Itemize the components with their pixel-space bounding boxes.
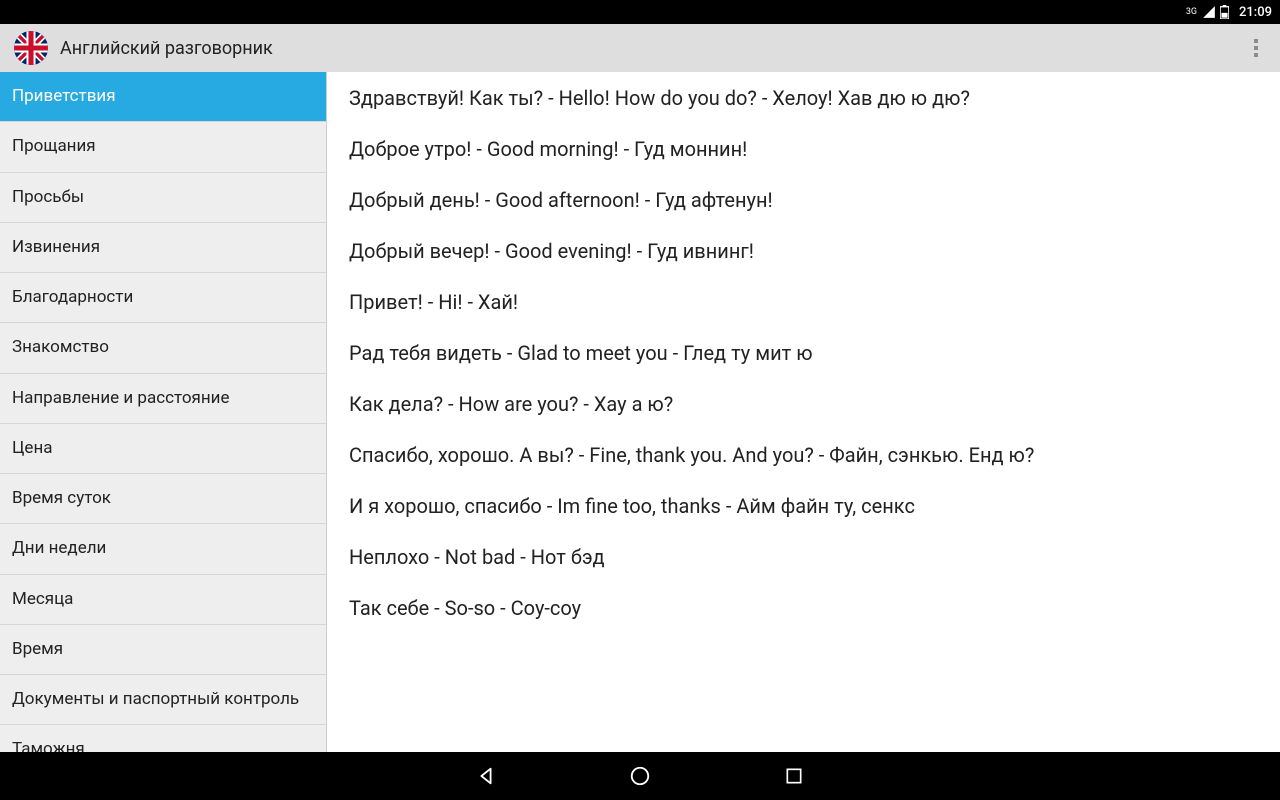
android-status-bar: 3G 21:09 — [0, 0, 1280, 24]
phrase-item[interactable]: Так себе - So-so - Соу-соу — [349, 596, 1270, 621]
phrase-item[interactable]: Добрый день! - Good afternoon! - Гуд афт… — [349, 188, 1270, 213]
sidebar-item[interactable]: Цена — [0, 424, 326, 474]
overflow-menu-button[interactable] — [1242, 33, 1270, 63]
sidebar-item[interactable]: Время суток — [0, 474, 326, 524]
sidebar-item[interactable]: Знакомство — [0, 323, 326, 373]
phrase-item[interactable]: Доброе утро! - Good morning! - Гуд монни… — [349, 137, 1270, 162]
back-button[interactable] — [474, 764, 498, 788]
battery-icon — [1220, 5, 1229, 19]
clock: 21:09 — [1239, 5, 1272, 20]
content-area: ПриветствияПрощанияПросьбыИзвиненияБлаго… — [0, 72, 1280, 752]
recent-apps-button[interactable] — [782, 764, 806, 788]
sidebar-item[interactable]: Таможня — [0, 725, 326, 752]
sidebar-item[interactable]: Дни недели — [0, 524, 326, 574]
home-button[interactable] — [628, 764, 652, 788]
phrase-item[interactable]: Спасибо, хорошо. А вы? - Fine, thank you… — [349, 443, 1270, 468]
sidebar-item[interactable]: Благодарности — [0, 273, 326, 323]
sidebar-item[interactable]: Направление и расстояние — [0, 374, 326, 424]
sidebar-item[interactable]: Время — [0, 625, 326, 675]
sidebar-item[interactable]: Просьбы — [0, 173, 326, 223]
sidebar-item[interactable]: Прощания — [0, 122, 326, 172]
phrase-item[interactable]: Добрый вечер! - Good evening! - Гуд ивни… — [349, 239, 1270, 264]
phrase-item[interactable]: Привет! - Hi! - Хай! — [349, 290, 1270, 315]
category-sidebar[interactable]: ПриветствияПрощанияПросьбыИзвиненияБлаго… — [0, 72, 327, 752]
sidebar-item[interactable]: Извинения — [0, 223, 326, 273]
app-icon-uk-flag — [14, 31, 48, 65]
signal-icon — [1202, 5, 1216, 19]
network-type-label: 3G — [1186, 7, 1197, 17]
phrase-item[interactable]: Здравствуй! Как ты? - Hello! How do you … — [349, 86, 1270, 111]
phrase-item[interactable]: И я хорошо, спасибо - Im fine too, thank… — [349, 494, 1270, 519]
sidebar-item[interactable]: Приветствия — [0, 72, 326, 122]
phrase-item[interactable]: Неплохо - Not bad - Нот бэд — [349, 545, 1270, 570]
phrase-list[interactable]: Здравствуй! Как ты? - Hello! How do you … — [327, 72, 1280, 752]
sidebar-item[interactable]: Документы и паспортный контроль — [0, 675, 326, 725]
sidebar-item[interactable]: Месяца — [0, 575, 326, 625]
phrase-item[interactable]: Рад тебя видеть - Glad to meet you - Гле… — [349, 341, 1270, 366]
phrase-item[interactable]: Как дела? - How are you? - Хау а ю? — [349, 392, 1270, 417]
android-navigation-bar — [0, 752, 1280, 800]
app-title: Английский разговорник — [60, 38, 1230, 59]
app-bar: Английский разговорник — [0, 24, 1280, 72]
